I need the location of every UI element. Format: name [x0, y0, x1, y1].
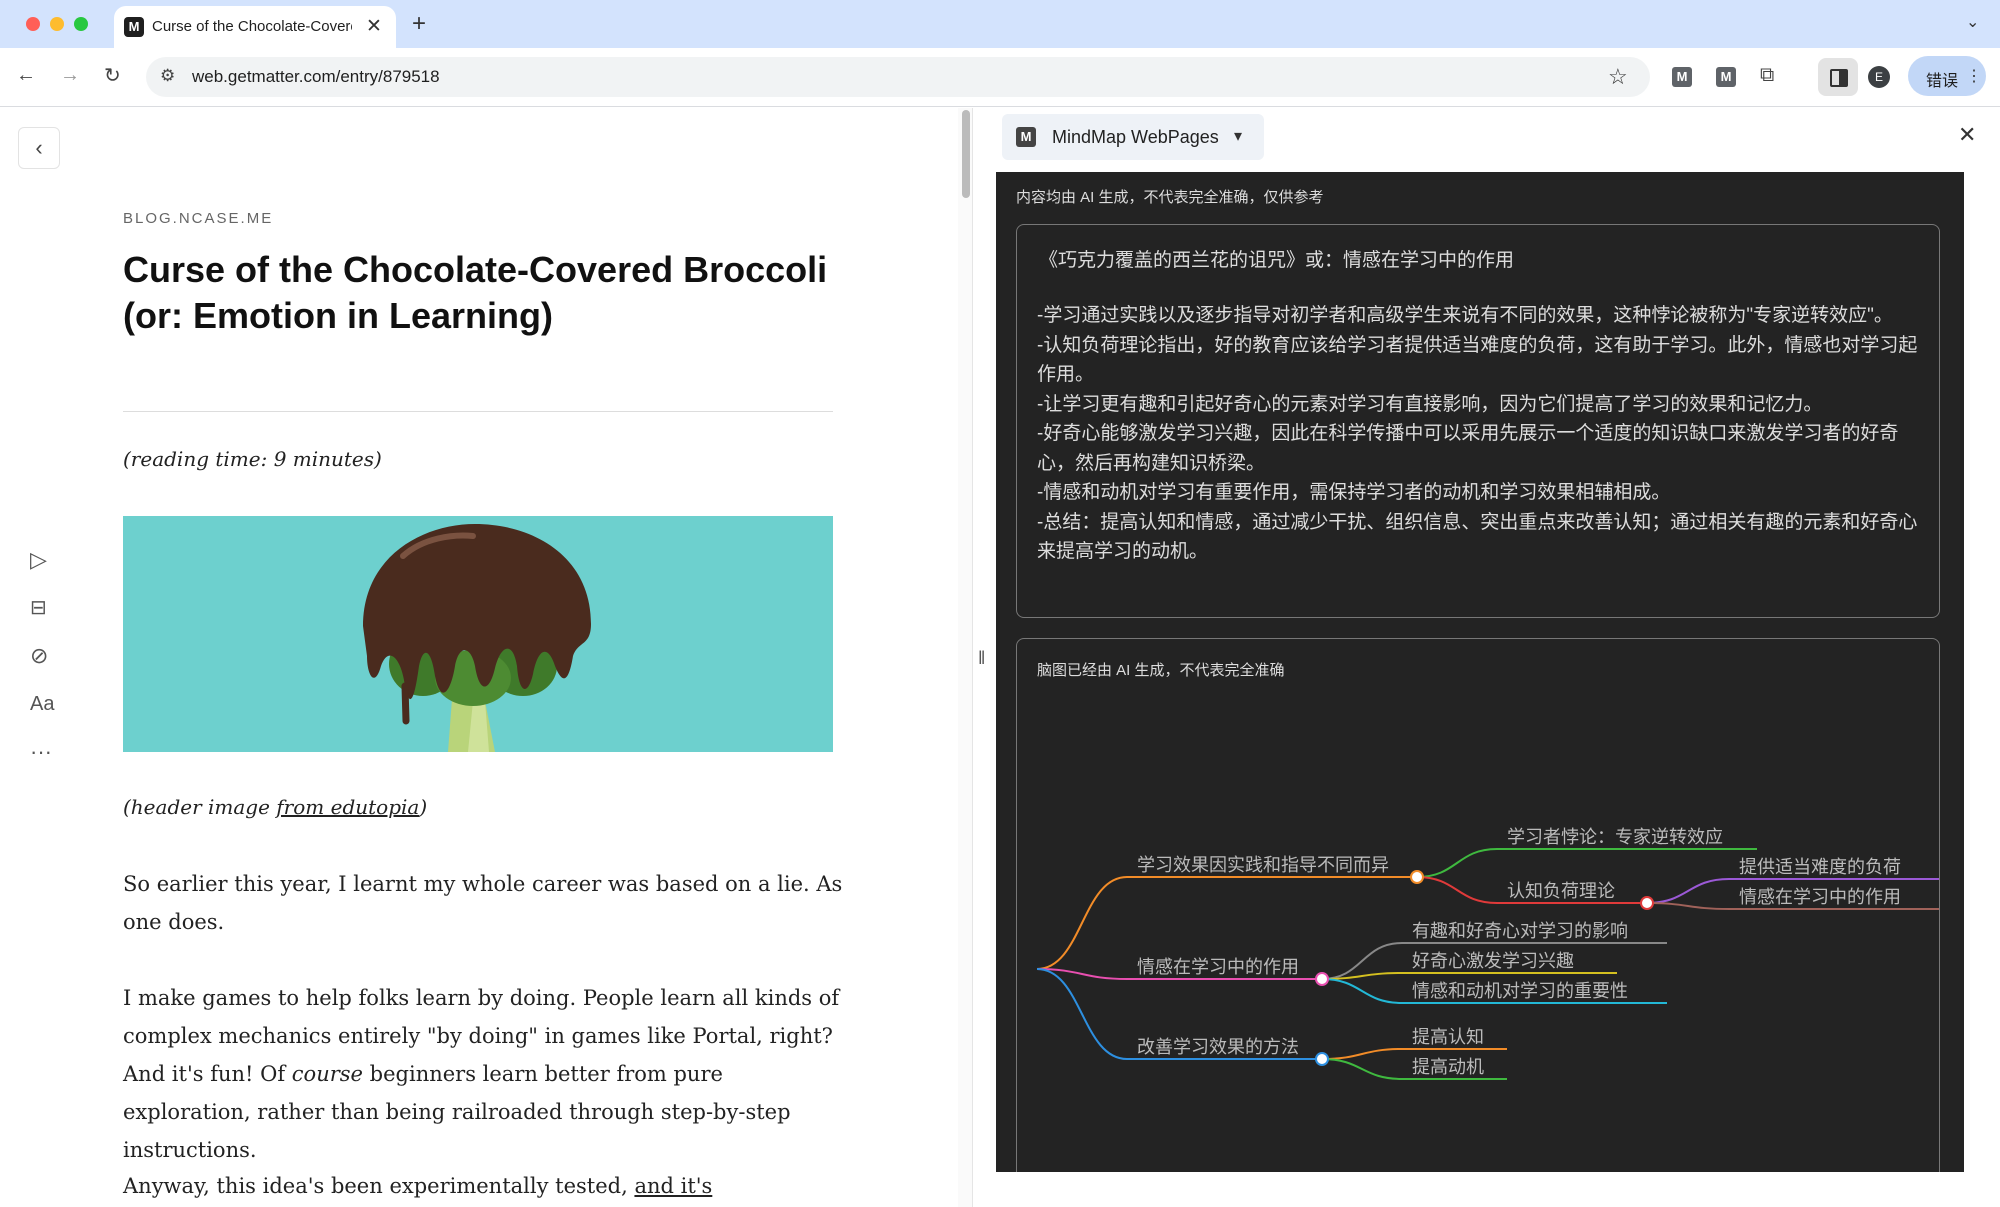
mindmap-connector[interactable]: [1321, 1058, 1403, 1080]
profile-avatar[interactable]: E: [1868, 66, 1890, 88]
mindmap-connector[interactable]: [1416, 848, 1498, 878]
mindmap-connector[interactable]: [1036, 876, 1128, 970]
summary-box: 《巧克力覆盖的西兰花的诅咒》或：情感在学习中的作用 -学习通过实践以及逐步指导对…: [1016, 224, 1940, 618]
reload-icon[interactable]: ↻: [104, 63, 121, 88]
ai-notice: 内容均由 AI 生成，不代表完全准确，仅供参考: [1016, 189, 1324, 206]
summary-line: -总结：提高认知和情感，通过减少干扰、组织信息、突出重点来改善认知；通过相关有趣…: [1037, 511, 1918, 563]
play-icon[interactable]: ▷: [30, 547, 47, 573]
tab-strip: M Curse of the Chocolate-Covered Broccol…: [0, 0, 2000, 48]
mindmap-node-label: 情感在学习中的作用: [1137, 957, 1299, 977]
mindmap-connector[interactable]: [1321, 972, 1403, 980]
error-button[interactable]: 错误 ⋮: [1908, 56, 1986, 96]
browser-toolbar: ← → ↻ ⚙ web.getmatter.com/entry/879518 ☆…: [0, 48, 2000, 107]
mindmap-node-label: 情感在学习中的作用: [1739, 887, 1901, 907]
broccoli-illustration: [123, 516, 833, 752]
mindmap-connector[interactable]: [1416, 876, 1498, 904]
tab-title: Curse of the Chocolate-Covered Broccoli: [152, 18, 352, 35]
caret-down-icon: ▾: [1234, 128, 1243, 145]
summary-lines: -学习通过实践以及逐步指导对初学者和高级学生来说有不同的效果，这种悖论被称为"专…: [1037, 301, 1927, 567]
tab-favicon: M: [124, 17, 144, 37]
mindmap-extension-icon[interactable]: M: [1716, 67, 1736, 87]
site-name: BLOG.NCASE.ME: [123, 210, 274, 227]
star-icon[interactable]: ☆: [1608, 64, 1628, 90]
paragraph-3: Anyway, this idea's been experimentally …: [123, 1167, 843, 1207]
summary-line: -让学习更有趣和引起好奇心的元素对学习有直接影响，因为它们提高了学习的效果和记忆…: [1037, 393, 1823, 415]
edutopia-link[interactable]: from edutopia: [276, 795, 419, 819]
p2-emphasis: course: [291, 1062, 363, 1086]
mindmap-connector[interactable]: [1646, 902, 1730, 910]
header-image: [123, 516, 833, 752]
mindmap-connector[interactable]: [1321, 978, 1403, 1004]
address-bar[interactable]: ⚙ web.getmatter.com/entry/879518 ☆: [146, 57, 1650, 97]
compass-icon[interactable]: ⊘: [30, 643, 48, 669]
image-caption: (header image from edutopia): [123, 795, 427, 819]
matter-extension-icon[interactable]: M: [1672, 67, 1692, 87]
mindmap-node-label: 好奇心激发学习兴趣: [1412, 951, 1574, 971]
panel-resize-handle[interactable]: ‖: [972, 108, 995, 1207]
p3-text: Anyway, this idea's been experimentally …: [123, 1174, 635, 1198]
more-options-icon[interactable]: ···: [30, 739, 52, 765]
sidepanel-icon: [1830, 69, 1848, 87]
mindmap-node-label: 提高动机: [1412, 1057, 1484, 1077]
mindmap-app-icon: M: [1016, 127, 1036, 147]
caption-suffix: ): [419, 795, 428, 819]
error-label: 错误: [1926, 73, 1959, 90]
mindmap-node-label: 学习者悖论：专家逆转效应: [1507, 827, 1723, 847]
mindmap-node-label: 情感和动机对学习的重要性: [1412, 981, 1628, 1001]
new-tab-button[interactable]: +: [412, 10, 426, 38]
reading-time: (reading time: 9 minutes): [123, 447, 382, 471]
article-scrollbar-thumb[interactable]: [962, 110, 970, 198]
mindmap-node-label: 提供适当难度的负荷: [1739, 857, 1901, 877]
summary-line: -情感和动机对学习有重要作用，需保持学习者的动机和学习效果相辅相成。: [1037, 482, 1671, 503]
mindmap-collapse-node[interactable]: [1640, 896, 1654, 910]
back-icon[interactable]: ←: [16, 64, 36, 87]
mindmap-collapse-node[interactable]: [1410, 870, 1424, 884]
caption-prefix: (header image: [123, 795, 277, 819]
sidepanel-button[interactable]: [1818, 58, 1858, 96]
paragraph-2: I make games to help folks learn by doin…: [123, 979, 843, 1169]
mindmap-diagram[interactable]: 学习效果因实践和指导不同而异 学习者悖论：专家逆转效应认知负荷理论 提供适当难度的负…: [1017, 639, 1939, 1172]
close-window-button[interactable]: [26, 17, 40, 31]
more-vert-icon: ⋮: [1966, 68, 1982, 85]
article-pane: ‹ ▷ ⊟ ⊘ Aa ··· BLOG.NCASE.ME Curse of th…: [0, 107, 960, 1207]
site-info-icon[interactable]: ⚙: [160, 66, 175, 86]
mindmap-connector[interactable]: [1646, 878, 1730, 904]
mindmap-node-label: 改善学习效果的方法: [1137, 1037, 1299, 1057]
summary-line: -认知负荷理论指出，好的教育应该给学习者提供适当难度的负荷，这有助于学习。此外，…: [1037, 334, 1918, 386]
archive-icon[interactable]: ⊟: [30, 595, 47, 620]
chevron-down-icon[interactable]: ⌄: [1966, 12, 1979, 32]
drag-handle-icon: ‖: [978, 648, 986, 668]
mindmap-node-label: 提高认知: [1412, 1027, 1484, 1047]
article-title: Curse of the Chocolate-Covered Broccoli …: [123, 249, 828, 336]
article-scrollbar[interactable]: [958, 108, 972, 1207]
side-panel: M MindMap WebPages ▾ ✕ 内容均由 AI 生成，不代表完全准…: [994, 108, 2000, 1207]
summary-title: 《巧克力覆盖的西兰花的诅咒》或：情感在学习中的作用: [1039, 250, 1515, 271]
mindmap-box: 脑图已经由 AI 生成，不代表完全准确 学习效果因实践和指导不同而异 学习者悖论：…: [1016, 638, 1940, 1172]
mindmap-collapse-node[interactable]: [1315, 972, 1329, 986]
mindmap-content: 内容均由 AI 生成，不代表完全准确，仅供参考 《巧克力覆盖的西兰花的诅咒》或：…: [996, 172, 1964, 1172]
extension-name: MindMap WebPages: [1052, 127, 1219, 147]
mindmap-node-label: 认知负荷理论: [1507, 881, 1615, 901]
minimize-window-button[interactable]: [50, 17, 64, 31]
mindmap-collapse-node[interactable]: [1315, 1052, 1329, 1066]
extension-selector[interactable]: M MindMap WebPages ▾: [1002, 114, 1264, 160]
font-settings-icon[interactable]: Aa: [30, 693, 54, 716]
back-arrow-icon[interactable]: ‹: [18, 127, 60, 169]
tab-close-icon[interactable]: ✕: [366, 15, 382, 38]
forward-icon[interactable]: →: [60, 64, 80, 87]
maximize-window-button[interactable]: [74, 17, 88, 31]
mindmap-node-label: 学习效果因实践和指导不同而异: [1137, 855, 1389, 875]
mindmap-connector[interactable]: [1321, 1048, 1403, 1060]
mindmap-connector[interactable]: [1036, 968, 1128, 980]
mindmap-connector[interactable]: [1036, 968, 1128, 1060]
summary-line: -学习通过实践以及逐步指导对初学者和高级学生来说有不同的效果，这种悖论被称为"专…: [1037, 305, 1893, 326]
paragraph-1: So earlier this year, I learnt my whole …: [123, 872, 843, 934]
title-divider: [123, 411, 833, 412]
browser-tab[interactable]: M Curse of the Chocolate-Covered Broccol…: [114, 6, 396, 48]
close-panel-icon[interactable]: ✕: [1958, 122, 1976, 148]
mindmap-node-label: 有趣和好奇心对学习的影响: [1412, 921, 1628, 941]
summary-line: -好奇心能够激发学习兴趣，因此在科学传播中可以采用先展示一个适度的知识缺口来激发…: [1037, 423, 1899, 474]
url-text[interactable]: web.getmatter.com/entry/879518: [192, 67, 440, 87]
puzzle-icon[interactable]: ⧉: [1760, 64, 1774, 87]
